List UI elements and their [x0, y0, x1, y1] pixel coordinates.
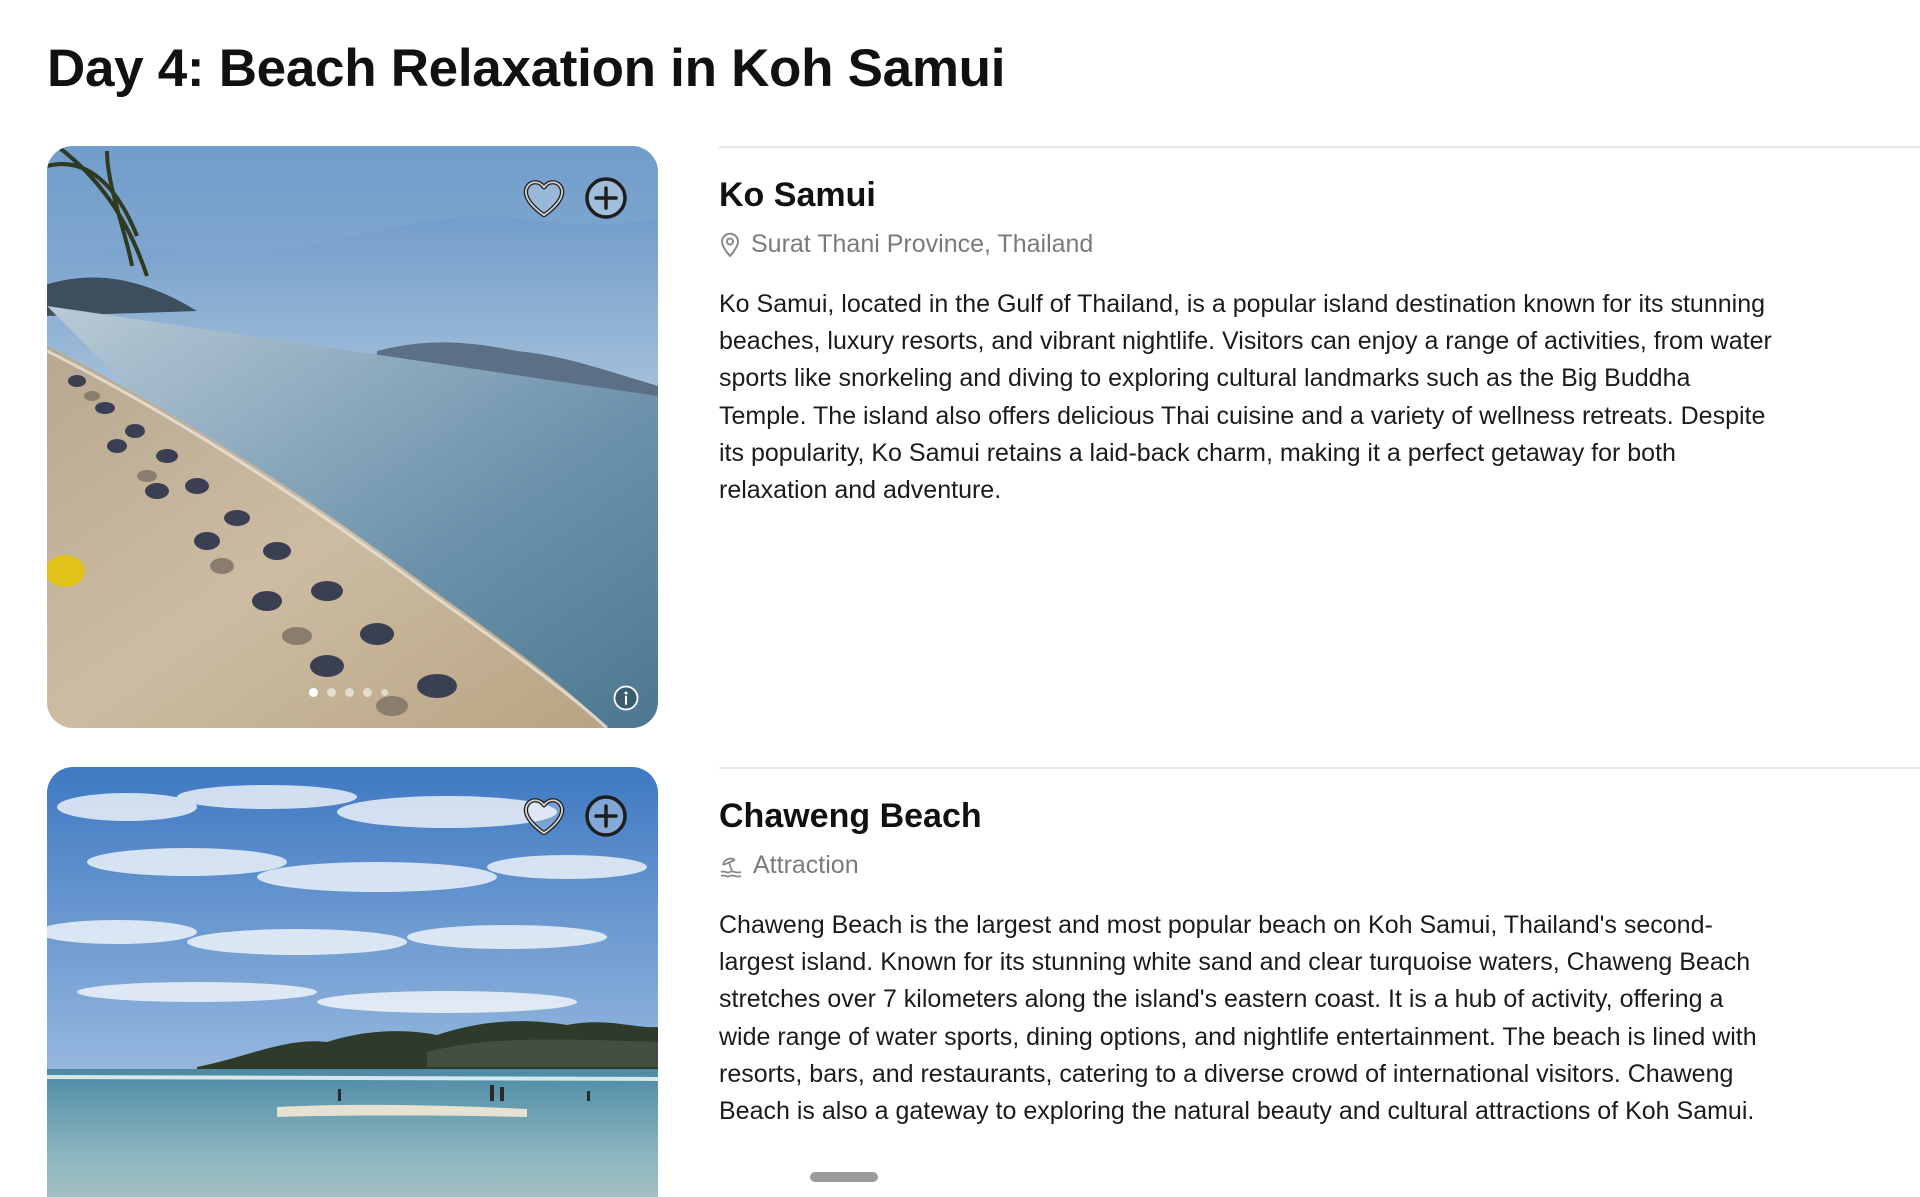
info-icon[interactable]	[612, 684, 640, 712]
favorite-button[interactable]	[522, 176, 566, 220]
heart-outline-icon	[523, 180, 565, 217]
carousel-dot[interactable]	[363, 688, 372, 697]
place-category: Attraction	[719, 851, 859, 880]
plus-circle-icon	[585, 177, 627, 219]
add-to-trip-button[interactable]	[584, 176, 628, 220]
place-card-chaweng-beach: Chaweng Beach Attraction Chaweng Beach i…	[0, 767, 1920, 1197]
beach-photo	[47, 146, 658, 728]
add-to-trip-button[interactable]	[584, 794, 628, 838]
carousel-dot[interactable]	[327, 688, 336, 697]
place-category-text: Attraction	[753, 851, 859, 879]
place-card-ko-samui: Ko Samui Surat Thani Province, Thailand …	[0, 146, 1920, 728]
carousel-dot[interactable]	[381, 689, 388, 696]
plus-circle-icon	[585, 795, 627, 837]
itinerary-day-page: Day 4: Beach Relaxation in Koh Samui Ko …	[0, 0, 1920, 1197]
section-divider	[719, 767, 1920, 769]
place-photo-carousel[interactable]	[47, 146, 658, 728]
carousel-dot[interactable]	[345, 688, 354, 697]
place-location: Surat Thani Province, Thailand	[719, 230, 1093, 259]
beach-umbrella-icon	[720, 857, 742, 877]
heart-outline-icon	[523, 798, 565, 835]
day-title: Day 4: Beach Relaxation in Koh Samui	[47, 39, 1006, 98]
carousel-dots	[309, 688, 388, 697]
section-divider	[719, 146, 1920, 148]
carousel-dot[interactable]	[309, 688, 318, 697]
place-description: Ko Samui, located in the Gulf of Thailan…	[719, 290, 1772, 505]
location-pin-icon	[720, 232, 740, 257]
scroll-handle[interactable]	[810, 1172, 878, 1182]
place-name: Chaweng Beach	[719, 797, 982, 835]
place-description: Chaweng Beach is the largest and most po…	[719, 911, 1757, 1126]
beach-photo	[47, 767, 658, 1197]
place-name: Ko Samui	[719, 176, 876, 214]
favorite-button[interactable]	[522, 794, 566, 838]
place-photo-carousel[interactable]	[47, 767, 658, 1197]
place-location-text: Surat Thani Province, Thailand	[751, 230, 1094, 258]
